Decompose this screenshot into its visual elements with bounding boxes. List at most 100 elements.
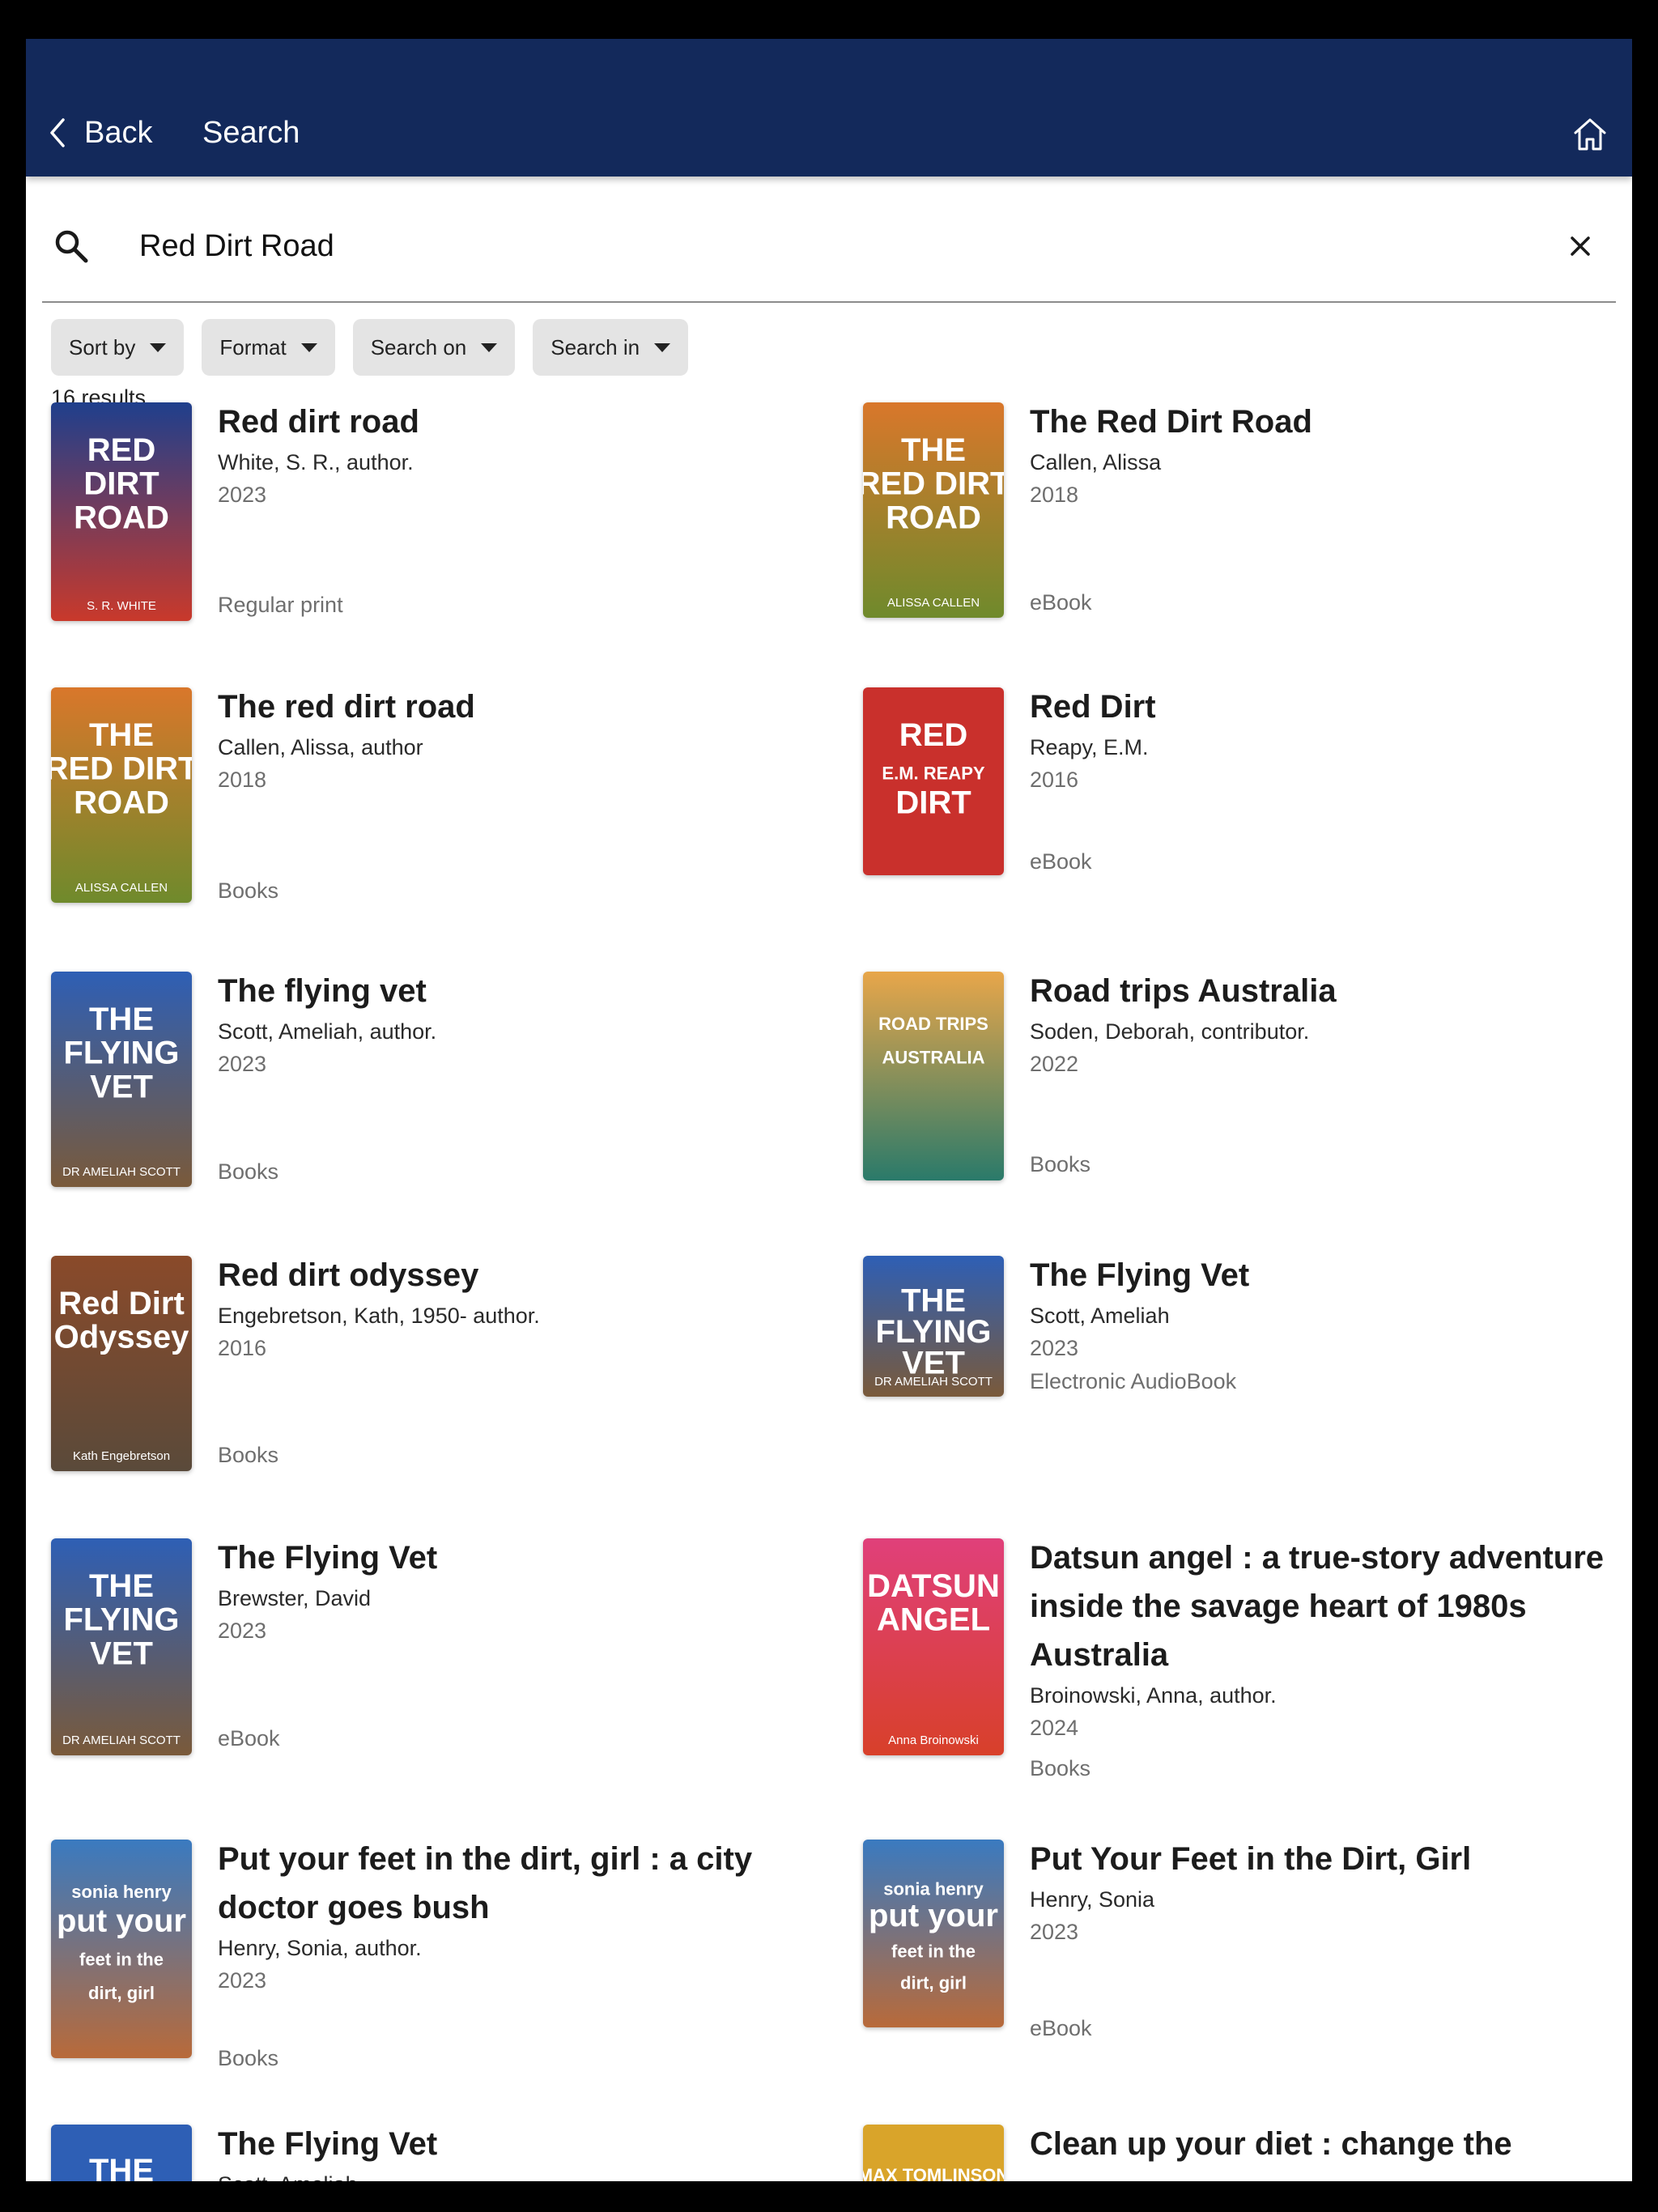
- book-cover[interactable]: DATSUN ANGEL Anna Broinowski: [863, 1538, 1004, 1755]
- book-cover[interactable]: THE RED DIRT ROAD ALISSA CALLEN: [51, 687, 192, 903]
- result-info: The red dirt road Callen, Alissa, author 2…: [218, 687, 809, 796]
- book-cover[interactable]: THE FLYING VET DR AMELIAH SCOTT: [51, 972, 192, 1187]
- book-cover-image: DATSUNANGEL Anna Broinowski: [863, 1538, 1004, 1755]
- book-cover[interactable]: ROAD TRIPS AUSTRALIA: [863, 972, 1004, 1180]
- filter-label: Search in: [551, 334, 640, 359]
- cover-title-text: E.M. REAPY: [882, 764, 984, 784]
- book-cover-image: MAX TOMLINSONCLEAN: [863, 2125, 1004, 2181]
- cover-author-text: S. R. WHITE: [87, 599, 156, 613]
- result-year: 2016: [218, 1336, 267, 1360]
- result-format: eBook: [1030, 2016, 1092, 2040]
- search-result-item[interactable]: THE FLYING VET DR AMELIAH SCOTT The flying v…: [51, 972, 796, 1187]
- result-format: Books: [218, 2046, 279, 2070]
- search-result-item[interactable]: RED E.M. REAPY DIRT Red Dirt Reapy, E.M. 2016…: [863, 687, 1608, 875]
- filter-label: Search on: [370, 334, 467, 359]
- result-title[interactable]: The Flying Vet: [218, 2120, 809, 2168]
- caret-down-icon: [654, 342, 671, 352]
- search-result-item[interactable]: Red Dirt Odyssey Kath Engebretson Red dirt …: [51, 1256, 796, 1471]
- back-button[interactable]: Back: [45, 104, 152, 162]
- search-result-item[interactable]: sonia henry put your feet in the dirt, girl…: [863, 1840, 1608, 2040]
- filter-bar: Sort by Format Search on Search in: [51, 319, 689, 376]
- sort-by-dropdown[interactable]: Sort by: [51, 319, 185, 376]
- cover-title-text: THE: [901, 1283, 966, 1319]
- book-cover-image: THERED DIRTROAD ALISSA CALLEN: [51, 687, 192, 903]
- book-cover[interactable]: sonia henry put your feet in the dirt, girl: [863, 1840, 1004, 2027]
- result-info: Clean up your diet : change the: [1030, 2125, 1621, 2168]
- book-cover[interactable]: THEFLYING: [51, 2125, 192, 2181]
- book-cover[interactable]: RED E.M. REAPY DIRT: [863, 687, 1004, 875]
- result-title[interactable]: The flying vet: [218, 967, 809, 1015]
- book-cover-image: THEFLYINGVET DR AMELIAH SCOTT: [51, 1538, 192, 1755]
- search-result-item[interactable]: ROAD TRIPS AUSTRALIA Road trips Australia S…: [863, 972, 1608, 1180]
- book-cover-image: sonia henryput your feet in the dirt, girl: [51, 1840, 192, 2058]
- result-author: White, S. R., author.: [218, 450, 414, 474]
- book-cover[interactable]: RED DIRT ROAD S. R. WHITE: [51, 402, 192, 621]
- result-title[interactable]: Red dirt odyssey: [218, 1251, 809, 1300]
- result-info: The Flying VetScott, Ameliah: [218, 2125, 809, 2181]
- search-result-item[interactable]: THE RED DIRT ROAD ALISSA CALLEN The red dirt…: [51, 687, 796, 903]
- book-cover[interactable]: sonia henry put your feet in the dirt, girl: [51, 1840, 192, 2058]
- result-info: The flying vet Scott, Ameliah, author. 202…: [218, 972, 809, 1080]
- book-cover[interactable]: MAX TOMLINSONCLEAN: [863, 2125, 1004, 2181]
- result-author: Scott, Ameliah, author.: [218, 1019, 437, 1044]
- result-info: Red dirt odyssey Engebretson, Kath, 1950-…: [218, 1256, 809, 1364]
- result-title[interactable]: The red dirt road: [218, 683, 809, 731]
- book-cover-image: THEFLYINGVET DR AMELIAH SCOTT: [51, 972, 192, 1187]
- book-cover[interactable]: THE FLYING VET DR AMELIAH SCOTT: [51, 1538, 192, 1755]
- clear-search-button[interactable]: [1562, 228, 1598, 264]
- search-result-item[interactable]: sonia henry put your feet in the dirt, girl…: [51, 1840, 796, 2070]
- result-author: Scott, Ameliah: [1030, 1304, 1170, 1328]
- search-in-dropdown[interactable]: Search in: [533, 319, 689, 376]
- result-info: Red Dirt Reapy, E.M. 2016: [1030, 687, 1621, 796]
- result-title[interactable]: Datsun angel : a true-story adventure in…: [1030, 1534, 1621, 1679]
- result-author: Soden, Deborah, contributor.: [1030, 1019, 1310, 1044]
- search-result-item[interactable]: THE RED DIRT ROAD ALISSA CALLEN The Red Dirt…: [863, 402, 1608, 618]
- search-result-item[interactable]: MAX TOMLINSONCLEANClean up your diet : c…: [863, 2125, 1608, 2181]
- cover-title-text: feet in the: [79, 1949, 164, 1969]
- book-cover-image: ROAD TRIPS AUSTRALIA: [863, 972, 1004, 1180]
- result-title[interactable]: Road trips Australia: [1030, 967, 1621, 1015]
- result-year: 2023: [1030, 1336, 1079, 1360]
- cover-author-text: DR AMELIAH SCOTT: [62, 1733, 181, 1747]
- result-title[interactable]: Red Dirt: [1030, 683, 1621, 731]
- search-result-item[interactable]: RED DIRT ROAD S. R. WHITE Red dirt road White…: [51, 402, 796, 621]
- cover-title-text: ROAD: [74, 500, 169, 535]
- cover-author-text: Kath Engebretson: [73, 1449, 170, 1463]
- result-title[interactable]: Red dirt road: [218, 398, 809, 446]
- format-dropdown[interactable]: Format: [202, 319, 335, 376]
- result-title[interactable]: The Flying Vet: [1030, 1251, 1621, 1300]
- caret-down-icon: [300, 342, 317, 352]
- home-icon: [1574, 118, 1606, 151]
- search-icon[interactable]: [53, 228, 89, 264]
- book-cover[interactable]: THE RED DIRT ROAD ALISSA CALLEN: [863, 402, 1004, 618]
- cover-title-text: RED DIRT: [863, 466, 1004, 502]
- result-title[interactable]: Clean up your diet : change the: [1030, 2120, 1621, 2168]
- home-button[interactable]: [1561, 105, 1619, 164]
- book-cover[interactable]: Red Dirt Odyssey Kath Engebretson: [51, 1256, 192, 1471]
- result-author: Callen, Alissa, author: [218, 735, 423, 759]
- cover-title-text: RED: [87, 432, 155, 468]
- result-year: 2016: [1030, 768, 1079, 792]
- search-on-dropdown[interactable]: Search on: [352, 319, 516, 376]
- search-result-item[interactable]: THE FLYING VET DR AMELIAH SCOTT The Flying V…: [863, 1256, 1608, 1397]
- search-result-item[interactable]: THEFLYINGThe Flying VetScott, Ameliah: [51, 2125, 796, 2181]
- search-bar: [42, 207, 1616, 303]
- cover-title-text: dirt, girl: [88, 1983, 155, 2003]
- search-input[interactable]: [139, 222, 1516, 270]
- result-title[interactable]: Put your feet in the dirt, girl : a city…: [218, 1835, 809, 1932]
- result-title[interactable]: The Flying Vet: [218, 1534, 809, 1582]
- result-title[interactable]: The Red Dirt Road: [1030, 398, 1621, 446]
- result-info: Datsun angel : a true-story adventure in…: [1030, 1538, 1621, 1744]
- book-cover[interactable]: THE FLYING VET DR AMELIAH SCOTT: [863, 1256, 1004, 1397]
- back-label: Back: [84, 115, 153, 150]
- result-format: eBook: [1030, 590, 1092, 615]
- result-author: Scott, Ameliah: [218, 2168, 809, 2181]
- result-author: Engebretson, Kath, 1950- author.: [218, 1304, 540, 1328]
- cover-title-text: ROAD TRIPS: [878, 1014, 988, 1034]
- cover-title-text: FLYING: [876, 1314, 992, 1350]
- result-title[interactable]: Put Your Feet in the Dirt, Girl: [1030, 1835, 1621, 1883]
- search-result-item[interactable]: DATSUN ANGEL Anna Broinowski Datsun angel :…: [863, 1538, 1608, 1780]
- cover-title-text: put your: [869, 1898, 998, 1933]
- cover-title-text: Odyssey: [54, 1320, 190, 1355]
- search-result-item[interactable]: THE FLYING VET DR AMELIAH SCOTT The Flying V…: [51, 1538, 796, 1755]
